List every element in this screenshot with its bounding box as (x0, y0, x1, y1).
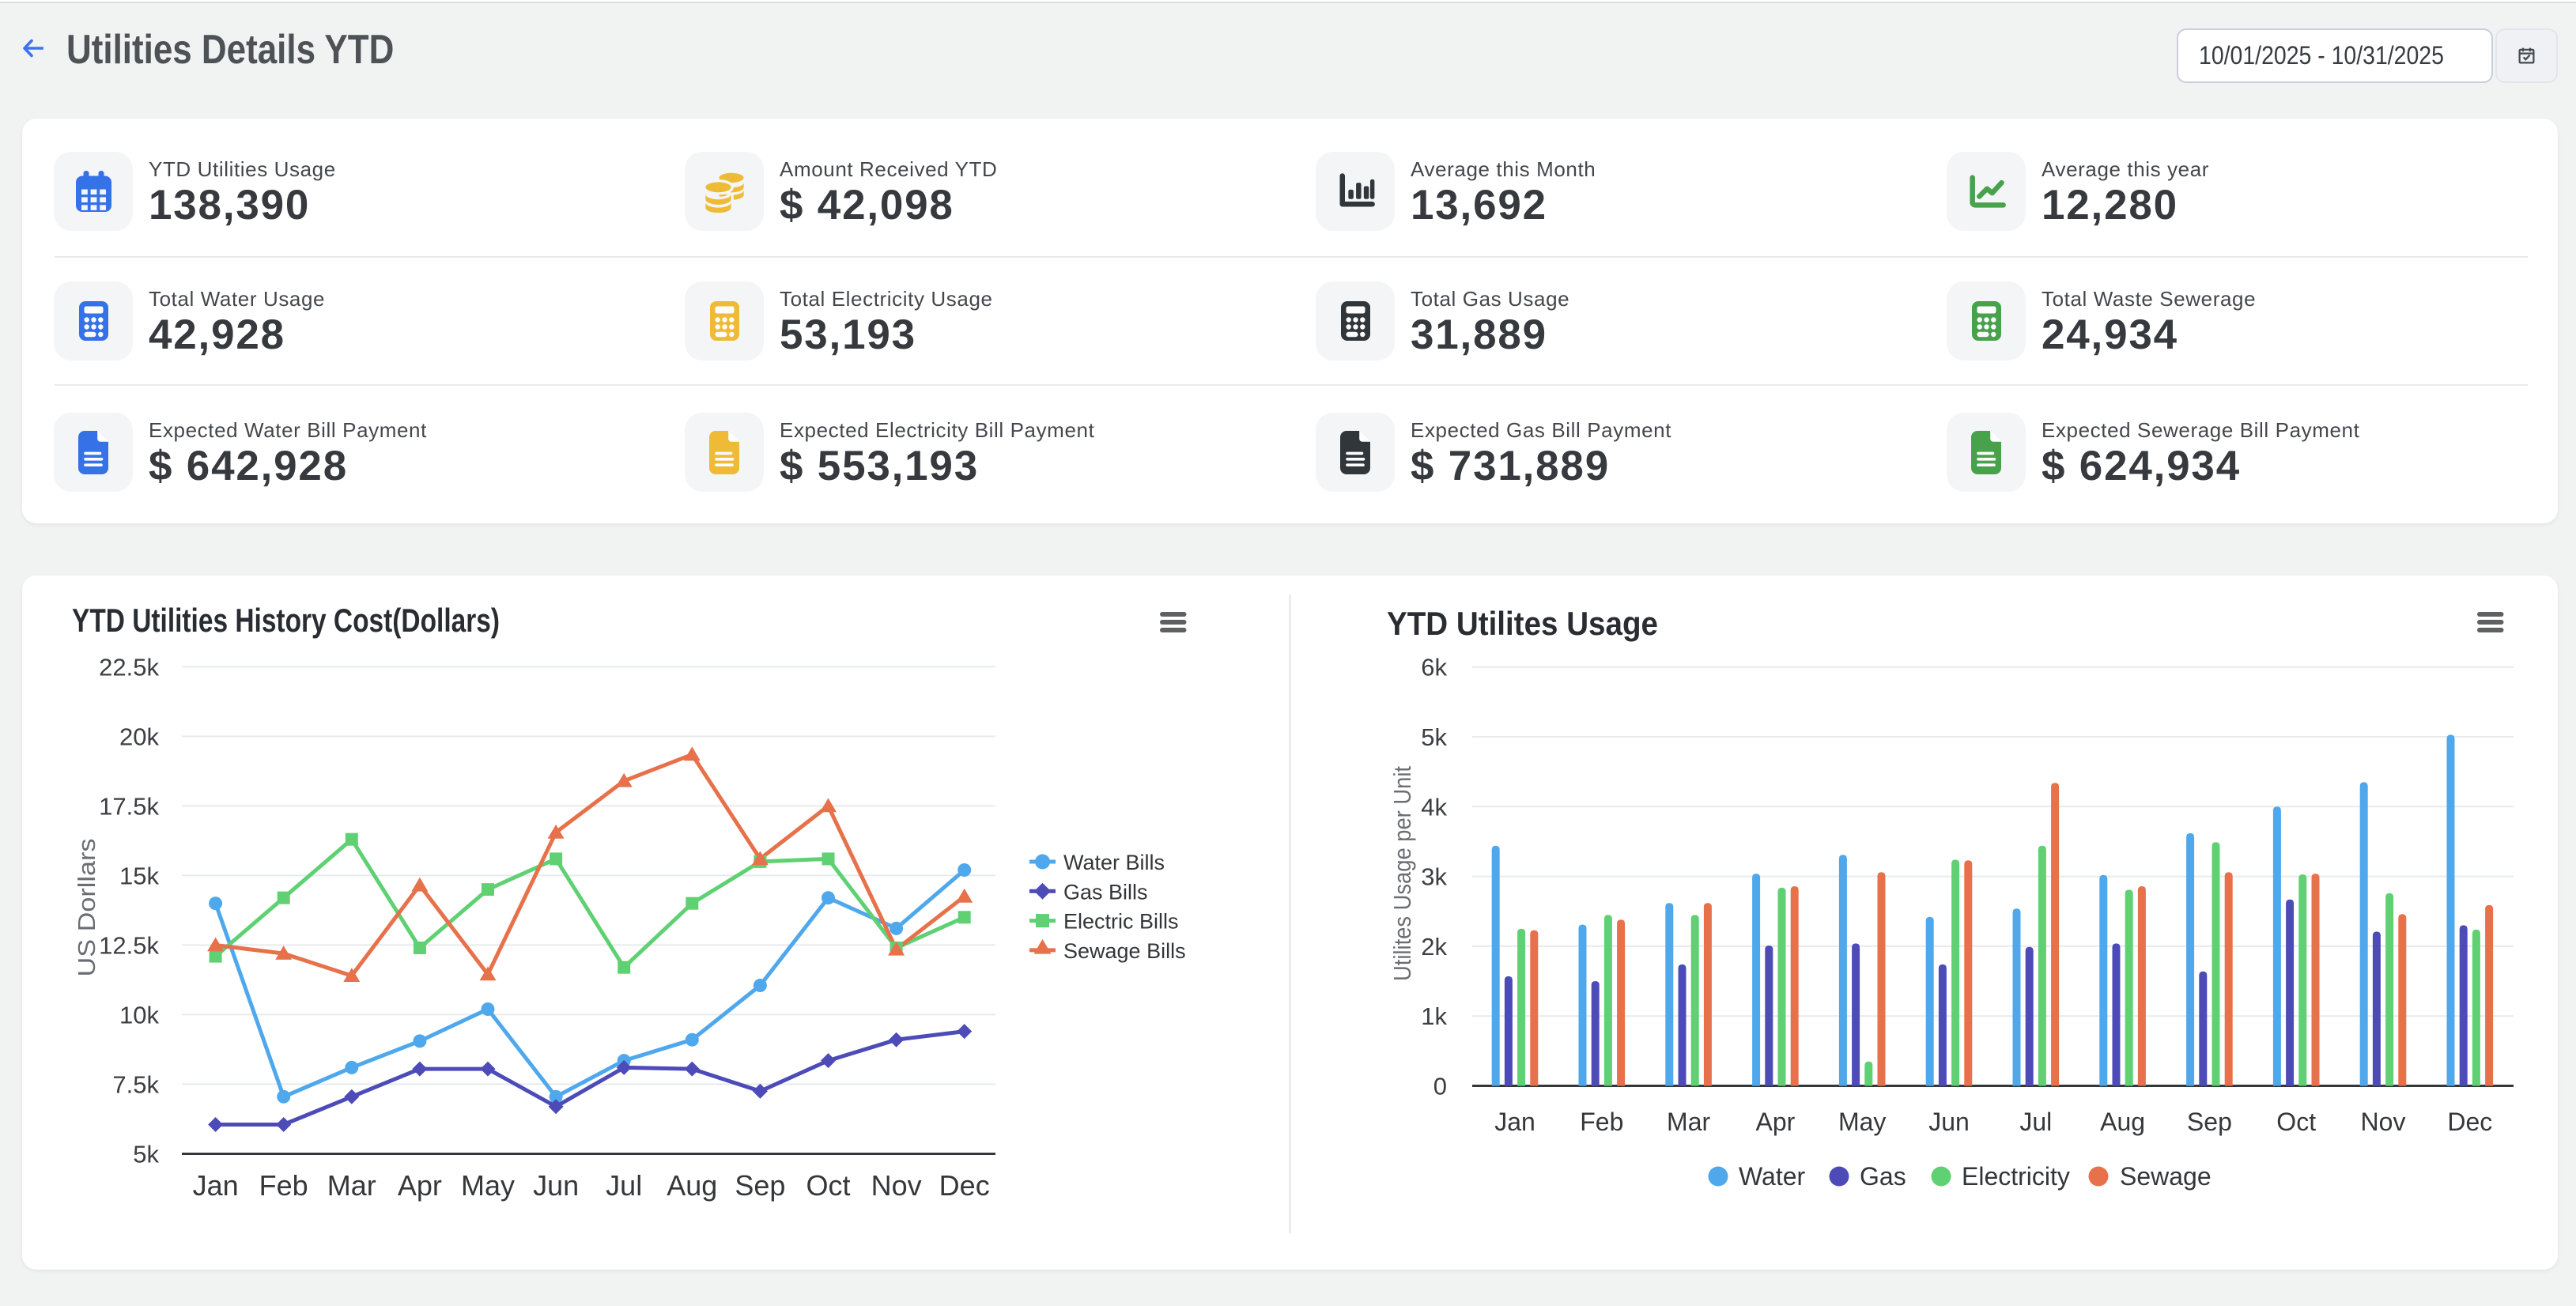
svg-text:17.5k: 17.5k (99, 792, 159, 820)
svg-text:YTD Utilites Usage: YTD Utilites Usage (1387, 605, 1658, 642)
svg-text:Oct: Oct (2276, 1108, 2316, 1136)
svg-text:Water: Water (1739, 1162, 1806, 1191)
svg-text:3k: 3k (1421, 863, 1447, 891)
svg-text:Water Bills: Water Bills (1063, 851, 1165, 874)
svg-text:Sewage: Sewage (2120, 1162, 2212, 1191)
svg-text:Mar: Mar (327, 1169, 376, 1202)
svg-text:May: May (1838, 1108, 1886, 1136)
svg-text:22.5k: 22.5k (99, 653, 159, 681)
svg-text:15k: 15k (119, 862, 159, 889)
svg-text:1k: 1k (1421, 1002, 1447, 1030)
svg-text:4k: 4k (1421, 793, 1447, 821)
svg-text:20k: 20k (119, 723, 159, 750)
svg-text:Jun: Jun (533, 1169, 579, 1202)
svg-text:Dec: Dec (939, 1169, 990, 1202)
svg-text:Jul: Jul (606, 1169, 642, 1202)
svg-text:Aug: Aug (2100, 1108, 2145, 1136)
svg-text:US Dorllars: US Dorllars (73, 839, 100, 977)
svg-text:Mar: Mar (1667, 1108, 1710, 1136)
svg-text:Jan: Jan (1494, 1108, 1535, 1136)
svg-text:Apr: Apr (1756, 1108, 1796, 1136)
svg-text:Sep: Sep (735, 1169, 785, 1202)
svg-text:Nov: Nov (2361, 1108, 2406, 1136)
svg-text:Electric Bills: Electric Bills (1063, 910, 1179, 934)
svg-text:May: May (461, 1169, 515, 1202)
svg-text:Dec: Dec (2447, 1108, 2492, 1136)
svg-text:YTD Utilities History Cost(Dol: YTD Utilities History Cost(Dollars) (72, 602, 500, 639)
svg-text:Feb: Feb (259, 1169, 308, 1202)
svg-text:Jan: Jan (193, 1169, 239, 1202)
svg-text:0: 0 (1433, 1073, 1447, 1100)
svg-text:Jun: Jun (1928, 1108, 1970, 1136)
svg-text:6k: 6k (1421, 654, 1447, 681)
svg-text:2k: 2k (1421, 933, 1447, 961)
svg-text:Gas: Gas (1860, 1162, 1906, 1191)
svg-text:12.5k: 12.5k (99, 931, 159, 959)
svg-text:Sep: Sep (2187, 1108, 2232, 1136)
svg-text:Gas Bills: Gas Bills (1063, 880, 1148, 904)
svg-text:Apr: Apr (398, 1169, 442, 1202)
svg-text:10k: 10k (119, 1001, 159, 1029)
svg-text:7.5k: 7.5k (112, 1070, 159, 1098)
svg-text:Aug: Aug (667, 1169, 717, 1202)
svg-text:Oct: Oct (806, 1169, 850, 1202)
svg-text:Utilites Usage per Unit: Utilites Usage per Unit (1388, 766, 1416, 981)
svg-text:5k: 5k (1421, 723, 1447, 751)
svg-text:Sewage Bills: Sewage Bills (1063, 939, 1186, 963)
svg-text:5k: 5k (133, 1141, 159, 1168)
svg-text:Jul: Jul (2019, 1108, 2052, 1136)
svg-text:Electricity: Electricity (1962, 1162, 2070, 1191)
svg-text:Feb: Feb (1580, 1108, 1623, 1136)
svg-text:Nov: Nov (871, 1169, 922, 1202)
